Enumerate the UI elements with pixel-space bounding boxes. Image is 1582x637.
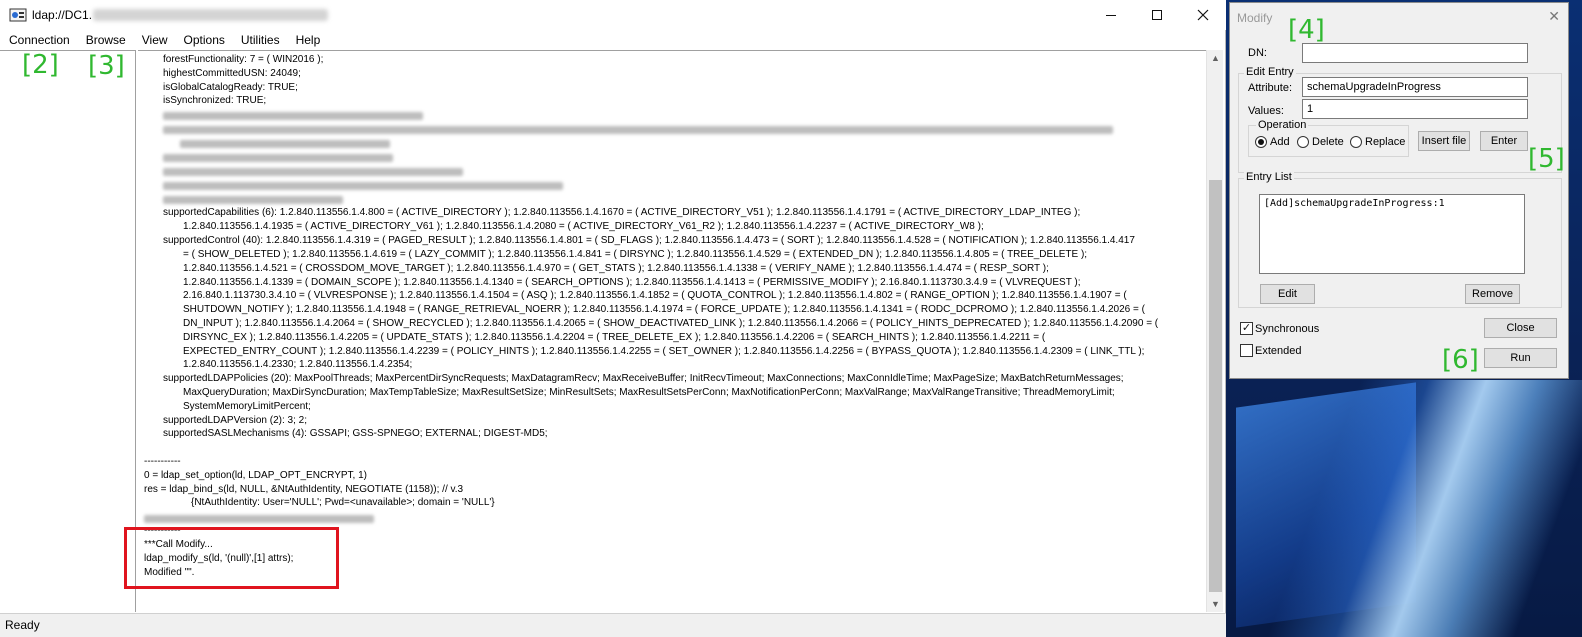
values-input[interactable] xyxy=(1302,99,1528,119)
maximize-button[interactable] xyxy=(1134,0,1180,30)
radio-add-label[interactable]: Add xyxy=(1270,136,1290,148)
attribute-label: Attribute: xyxy=(1248,82,1293,94)
wallpaper-light-beam xyxy=(1226,380,1582,637)
edit-button[interactable]: Edit xyxy=(1260,284,1315,304)
output-line: 1.2.840.113556.1.4.521 = ( CROSSDOM_MOVE… xyxy=(183,263,1049,274)
dn-input[interactable] xyxy=(1302,43,1528,63)
output-separator: ----------- xyxy=(144,456,181,467)
output-line: = ( SHOW_DELETED ); 1.2.840.113556.1.4.6… xyxy=(183,249,1088,260)
menu-view[interactable]: View xyxy=(135,30,175,50)
annotation-5: [5] xyxy=(1528,144,1565,174)
entry-list-label: Entry List xyxy=(1244,171,1294,183)
insert-file-button[interactable]: Insert file xyxy=(1418,131,1470,151)
extended-label[interactable]: Extended xyxy=(1255,345,1301,357)
title-bar: ldap://DC1. xyxy=(0,0,1226,30)
redacted-line xyxy=(163,182,563,190)
window-title: ldap://DC1. xyxy=(32,8,93,22)
output-line: isSynchronized: TRUE; xyxy=(163,95,267,106)
radio-add[interactable] xyxy=(1255,136,1267,148)
output-line: 1.2.840.113556.1.4.2330; 1.2.840.113556.… xyxy=(183,359,413,370)
menu-options[interactable]: Options xyxy=(177,30,232,50)
output-line: {NtAuthIdentity: User='NULL'; Pwd=<unava… xyxy=(191,497,495,508)
values-label: Values: xyxy=(1248,105,1284,117)
radio-replace[interactable] xyxy=(1350,136,1362,148)
redacted-line xyxy=(180,140,390,148)
close-icon xyxy=(1197,9,1209,21)
output-line: isGlobalCatalogReady: TRUE; xyxy=(163,82,298,93)
output-line: DIRSYNC_EX ); 1.2.840.113556.1.4.2205 = … xyxy=(183,332,1046,343)
annotation-6: [6] xyxy=(1442,345,1479,375)
scroll-down-arrow-icon[interactable]: ▼ xyxy=(1210,598,1221,610)
output-line: 0 = ldap_set_option(ld, LDAP_OPT_ENCRYPT… xyxy=(144,470,367,481)
redacted-line xyxy=(144,515,374,523)
edit-entry-label: Edit Entry xyxy=(1244,66,1296,78)
annotation-2: [2] xyxy=(22,50,59,80)
annotation-3: [3] xyxy=(88,51,125,81)
minimize-button[interactable] xyxy=(1088,0,1134,30)
redacted-line xyxy=(163,154,393,162)
menu-utilities[interactable]: Utilities xyxy=(234,30,287,50)
run-button[interactable]: Run xyxy=(1484,348,1557,368)
output-line: 1.2.840.113556.1.4.1935 = ( ACTIVE_DIREC… xyxy=(183,221,984,232)
output-line: res = ldap_bind_s(ld, NULL, &NtAuthIdent… xyxy=(144,484,464,495)
dn-label: DN: xyxy=(1248,47,1267,59)
menu-bar: Connection Browse View Options Utilities… xyxy=(0,30,1226,50)
remove-button[interactable]: Remove xyxy=(1465,284,1520,304)
menu-browse[interactable]: Browse xyxy=(79,30,133,50)
annotation-4: [4] xyxy=(1288,15,1325,45)
menu-help[interactable]: Help xyxy=(289,30,328,50)
ldp-main-window: ldap://DC1. Connection Browse View Optio… xyxy=(0,0,1226,637)
radio-delete-label[interactable]: Delete xyxy=(1312,136,1344,148)
output-line: highestCommittedUSN: 24049; xyxy=(163,68,301,79)
output-line: SHUTDOWN_NOTIFY ); 1.2.840.113556.1.4.19… xyxy=(183,304,1145,315)
output-line: EXPECTED_ENTRY_COUNT ); 1.2.840.113556.1… xyxy=(183,346,1145,357)
synchronous-checkbox[interactable]: ✓ xyxy=(1240,322,1253,335)
output-line: supportedControl (40): 1.2.840.113556.1.… xyxy=(163,235,1135,246)
output-line: SystemMemoryLimitPercent; xyxy=(183,401,311,412)
output-line: DN_INPUT ); 1.2.840.113556.1.4.2064 = ( … xyxy=(183,318,1159,329)
list-item[interactable]: [Add]schemaUpgradeInProgress:1 xyxy=(1264,198,1445,209)
close-window-button[interactable] xyxy=(1180,0,1226,30)
synchronous-label[interactable]: Synchronous xyxy=(1255,323,1319,335)
close-button[interactable]: Close xyxy=(1484,318,1557,338)
maximize-icon xyxy=(1152,10,1162,20)
output-line: supportedCapabilities (6): 1.2.840.11355… xyxy=(163,207,1081,218)
output-line: supportedLDAPVersion (2): 3; 2; xyxy=(163,415,307,426)
modify-dialog: Modify ✕ [4] DN: Edit Entry Attribute: V… xyxy=(1229,2,1569,379)
status-text: Ready xyxy=(5,618,40,632)
minimize-icon xyxy=(1106,14,1116,16)
ldp-app-icon xyxy=(9,8,27,22)
output-line: supportedSASLMechanisms (4): GSSAPI; GSS… xyxy=(163,428,548,439)
radio-delete[interactable] xyxy=(1297,136,1309,148)
tree-pane[interactable] xyxy=(0,50,136,612)
entry-list[interactable]: [Add]schemaUpgradeInProgress:1 xyxy=(1259,194,1525,274)
scrollbar-thumb[interactable] xyxy=(1209,180,1222,592)
output-line: forestFunctionality: 7 = ( WIN2016 ); xyxy=(163,54,324,65)
highlight-box xyxy=(124,527,339,589)
dialog-close-icon[interactable]: ✕ xyxy=(1548,8,1560,25)
radio-replace-label[interactable]: Replace xyxy=(1365,136,1405,148)
scroll-up-arrow-icon[interactable]: ▲ xyxy=(1210,52,1221,64)
output-line: supportedLDAPPolicies (20): MaxPoolThrea… xyxy=(163,373,1124,384)
output-line: 1.2.840.113556.1.4.1339 = ( DOMAIN_SCOPE… xyxy=(183,277,1081,288)
redacted-line xyxy=(163,126,1113,134)
output-line: MaxQueryDuration; MaxDirSyncDuration; Ma… xyxy=(183,387,1115,398)
enter-button[interactable]: Enter xyxy=(1480,131,1528,151)
menu-connection[interactable]: Connection xyxy=(2,30,77,50)
redacted-line xyxy=(163,196,343,204)
extended-checkbox[interactable] xyxy=(1240,344,1253,357)
status-bar: Ready xyxy=(0,613,1226,637)
operation-label: Operation xyxy=(1256,119,1309,131)
output-line: 2.16.840.1.113730.3.4.10 = ( VLVRESPONSE… xyxy=(183,290,1127,301)
redacted-line xyxy=(163,112,423,120)
vertical-scrollbar[interactable]: ▲ ▼ xyxy=(1206,50,1223,612)
redacted-title-host xyxy=(93,9,328,21)
redacted-line xyxy=(163,168,463,176)
attribute-input[interactable] xyxy=(1302,77,1528,97)
dialog-title: Modify xyxy=(1237,11,1273,25)
